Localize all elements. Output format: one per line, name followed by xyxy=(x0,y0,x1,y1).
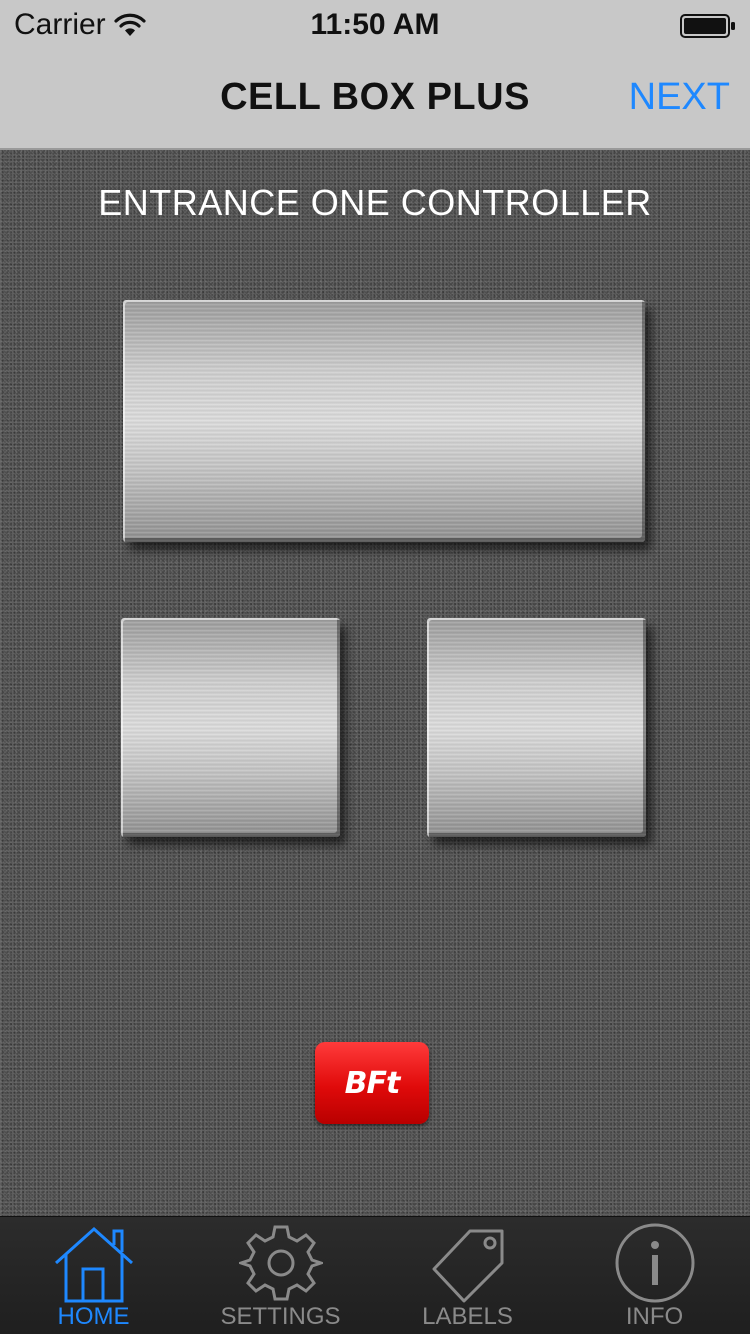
home-icon xyxy=(54,1226,133,1303)
bft-logo-text: BFt xyxy=(344,1065,401,1101)
bft-logo: BFt xyxy=(315,1042,429,1124)
tab-info-label: INFO xyxy=(625,1303,684,1330)
tag-icon xyxy=(432,1229,503,1303)
top-bar: Carrier 11:50 AM CELL BOX PLUS NEXT xyxy=(0,0,750,150)
tab-labels-label: LABELS xyxy=(422,1303,513,1330)
next-button[interactable]: NEXT xyxy=(629,76,730,119)
gear-icon xyxy=(238,1225,323,1301)
controller-title: ENTRANCE ONE CONTROLLER xyxy=(98,182,652,223)
channel-one-button[interactable] xyxy=(123,300,645,542)
tab-settings-label: SETTINGS xyxy=(220,1303,341,1330)
tab-labels[interactable]: LABELS xyxy=(374,1217,561,1334)
controller-panel: ENTRANCE ONE CONTROLLER BFt xyxy=(0,150,750,1216)
tab-home[interactable]: HOME xyxy=(0,1217,187,1334)
status-time: 11:50 AM xyxy=(310,8,440,41)
tab-bar: HOME SETTINGS LABELS INFO xyxy=(0,1216,750,1334)
channel-two-button[interactable] xyxy=(121,618,340,837)
tab-settings[interactable]: SETTINGS xyxy=(187,1217,374,1334)
battery-icon xyxy=(680,14,735,38)
tab-home-label: HOME xyxy=(57,1303,130,1330)
channel-three-button[interactable] xyxy=(427,618,646,837)
info-icon xyxy=(615,1223,694,1303)
tab-info[interactable]: INFO xyxy=(561,1217,748,1334)
app-screen: Carrier 11:50 AM CELL BOX PLUS NEXT ENTR… xyxy=(0,0,750,1334)
